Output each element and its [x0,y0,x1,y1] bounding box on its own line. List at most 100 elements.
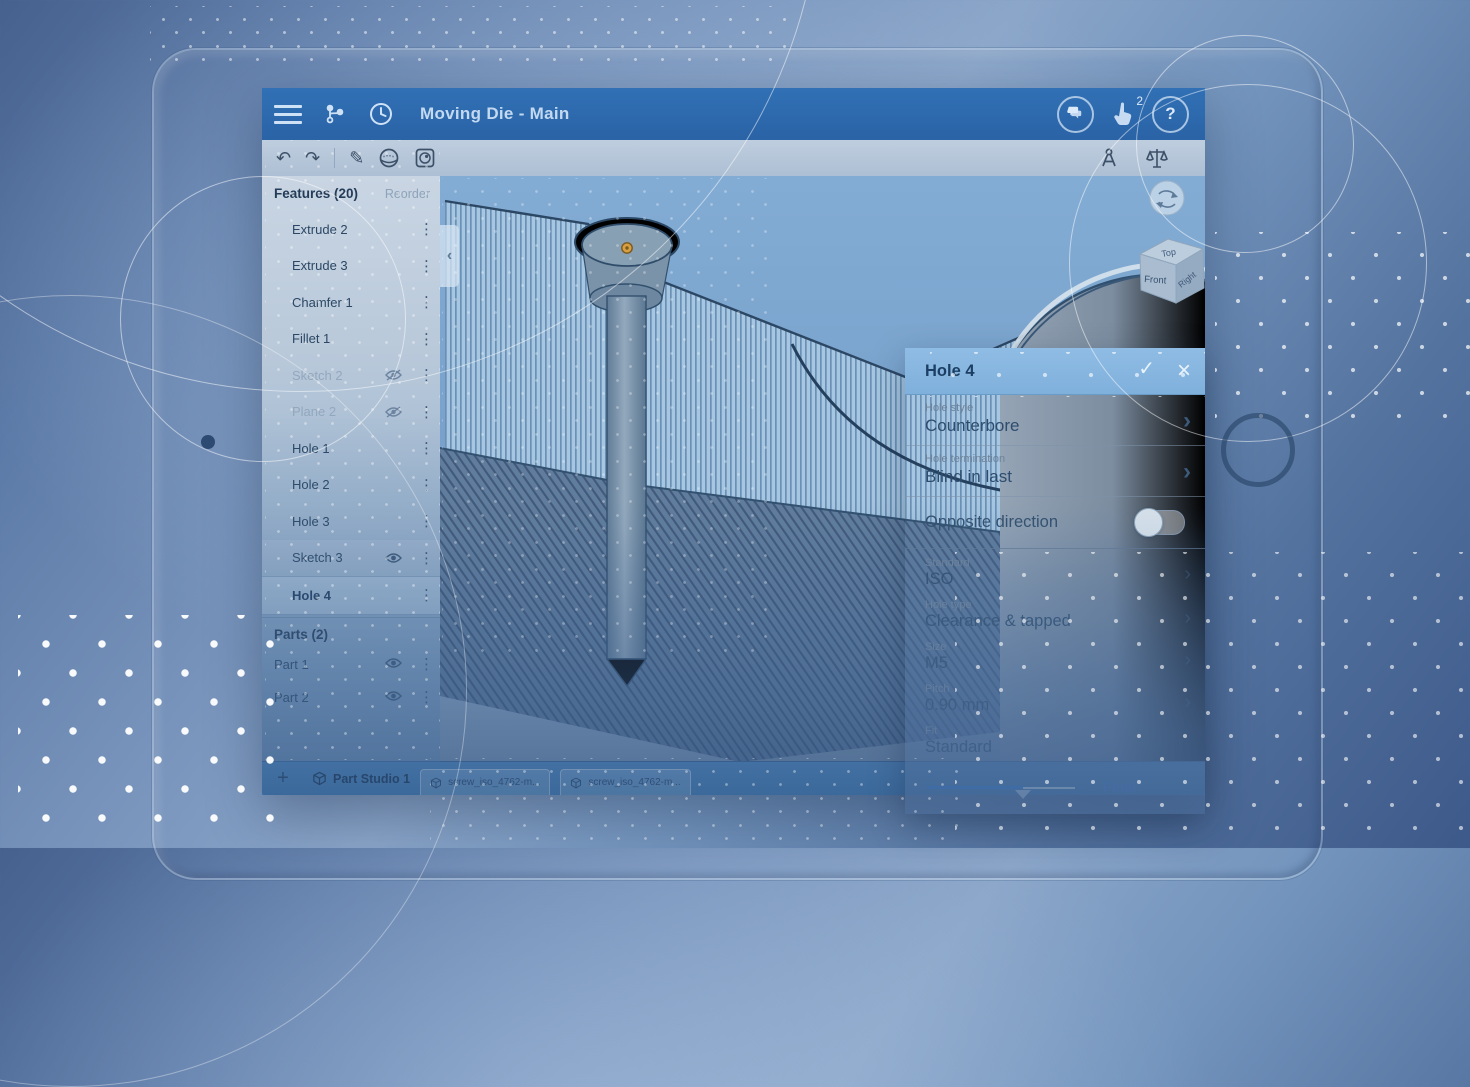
hole-style-row[interactable]: Hole style Counterbore › [905,395,1205,446]
tab-label: screw_iso_4762-m... [588,777,680,788]
feature-row-sketch-3[interactable]: Sketch 3 ⋮ [262,540,440,577]
preview-slider[interactable] [927,786,1075,789]
fit-row[interactable]: Fit Standard [905,721,1205,763]
kebab-menu-icon[interactable]: ⋮ [419,220,434,238]
tab-screw-1[interactable]: screw_iso_4762-m... [420,769,550,795]
history-icon[interactable] [368,101,394,127]
menu-icon[interactable] [274,100,302,129]
kebab-menu-icon[interactable]: ⋮ [419,439,434,457]
chevron-right-icon[interactable]: › [1183,458,1191,486]
render-mode-button[interactable] [414,147,436,169]
feature-row-hole-1[interactable]: Hole 1 ⋮ [262,430,440,467]
feature-row-sketch-2[interactable]: Sketch 2 ⋮ [262,357,440,394]
hole-style-label: Hole style [925,402,1185,414]
redo-button[interactable]: ↷ [305,149,320,167]
feature-row-hole-3[interactable]: Hole 3 ⋮ [262,503,440,540]
opposite-direction-toggle[interactable] [1135,510,1185,535]
feature-row-extrude-2[interactable]: Extrude 2 ⋮ [262,211,440,248]
hole-dialog-body: Hole style Counterbore › Hole terminatio… [905,395,1205,814]
slider-handle[interactable] [1015,790,1031,799]
part-label: Part 2 [274,690,309,705]
kebab-menu-icon[interactable]: ⋮ [419,586,434,604]
kebab-menu-icon[interactable]: ⋮ [419,655,434,673]
opposite-direction-label: Opposite direction [925,513,1058,532]
view-reset-button[interactable] [1150,181,1184,215]
versions-icon[interactable] [324,103,346,125]
shaded-view-button[interactable] [378,147,400,169]
feature-row-fillet-1[interactable]: Fillet 1 ⋮ [262,321,440,358]
pitch-row[interactable]: Pitch 0.90 mm › [905,679,1205,721]
feature-row-hole-2[interactable]: Hole 2 ⋮ [262,467,440,504]
standard-row[interactable]: Standard ISO › [905,549,1205,595]
help-glyph: ? [1165,104,1175,124]
eye-hidden-icon[interactable] [384,405,403,419]
follow-count-badge: 2 [1136,94,1143,108]
feature-label: Chamfer 1 [292,295,353,310]
size-value: M5 [925,654,1185,673]
feature-row-hole-4[interactable]: Hole 4 ⋮ [262,576,440,615]
eye-visible-icon[interactable] [384,551,403,565]
chevron-right-icon[interactable]: › [1184,691,1191,714]
kebab-menu-icon[interactable]: ⋮ [419,257,434,275]
kebab-menu-icon[interactable]: ⋮ [419,512,434,530]
kebab-menu-icon[interactable]: ⋮ [419,549,434,567]
part-row-1[interactable]: Part 1 ⋮ [262,648,440,681]
feature-label: Fillet 1 [292,331,330,346]
kebab-menu-icon[interactable]: ⋮ [419,403,434,421]
follow-mode-button[interactable]: 2 [1112,101,1134,127]
tab-label: Part Studio 1 [333,772,410,786]
kebab-menu-icon[interactable]: ⋮ [419,330,434,348]
size-row[interactable]: Size M5 › [905,637,1205,679]
chevron-right-icon[interactable]: › [1184,649,1191,672]
eye-hidden-icon[interactable] [384,368,403,382]
part-row-2[interactable]: Part 2 ⋮ [262,681,440,714]
feature-row-chamfer-1[interactable]: Chamfer 1 ⋮ [262,284,440,321]
dot-pattern [150,6,790,68]
sketch-button[interactable]: ✎ [349,149,364,167]
hole-dialog-title: Hole 4 [925,362,975,381]
part-studio-icon [570,777,582,789]
help-button[interactable]: ? [1152,96,1189,133]
chevron-right-icon[interactable]: › [1183,407,1191,435]
hole-type-row[interactable]: Hole type Clearance & tapped › [905,595,1205,637]
hole-termination-row[interactable]: Hole termination Blind in last › [905,446,1205,497]
undo-button[interactable]: ↶ [276,149,291,167]
kebab-menu-icon[interactable]: ⋮ [419,293,434,311]
feature-tree-panel: Features (20) Reorder Extrude 2 ⋮ Extrud… [262,176,441,762]
eye-visible-icon[interactable] [384,656,403,673]
feature-label: Extrude 2 [292,222,348,237]
tab-part-studio-1[interactable]: Part Studio 1 [312,771,410,786]
view-cube[interactable]: Top Front Right [1140,239,1204,303]
kebab-menu-icon[interactable]: ⋮ [419,476,434,494]
panel-divider [262,617,440,618]
feature-label: Hole 1 [292,441,330,456]
feature-row-plane-2[interactable]: Plane 2 ⋮ [262,394,440,431]
tab-screw-2[interactable]: screw_iso_4762-m... [560,769,690,795]
comments-button[interactable] [1057,96,1094,133]
hole-termination-value: Blind in last [925,467,1185,487]
part-studio-icon [430,777,442,789]
feature-row-extrude-3[interactable]: Extrude 3 ⋮ [262,248,440,285]
standard-value: ISO [925,570,1185,589]
hole-dialog: Hole 4 ✓ × Hole style Counterbore › Hole… [905,348,1205,814]
hole-dialog-header[interactable]: Hole 4 ✓ × [905,348,1205,395]
preview-slider-row: Final [905,763,1205,814]
analysis-icon[interactable] [1099,147,1119,169]
eye-visible-icon[interactable] [384,689,403,706]
add-tab-button[interactable]: + [268,767,298,790]
toggle-knob[interactable] [1134,508,1163,537]
view-cube-front-label[interactable]: Front [1144,274,1167,287]
measure-icon[interactable] [1145,147,1169,169]
kebab-menu-icon[interactable]: ⋮ [419,366,434,384]
panel-collapse-handle[interactable]: ‹ [440,225,459,287]
tab-label: screw_iso_4762-m... [448,777,540,788]
reorder-button[interactable]: Reorder [385,187,430,201]
feature-label: Hole 4 [292,588,331,603]
chevron-right-icon[interactable]: › [1184,563,1191,586]
pitch-value: 0.90 mm [925,696,1185,715]
confirm-icon[interactable]: ✓ [1138,359,1155,383]
close-icon[interactable]: × [1177,359,1191,383]
chevron-right-icon[interactable]: › [1184,607,1191,630]
parts-header: Parts (2) [262,622,440,648]
kebab-menu-icon[interactable]: ⋮ [419,688,434,706]
